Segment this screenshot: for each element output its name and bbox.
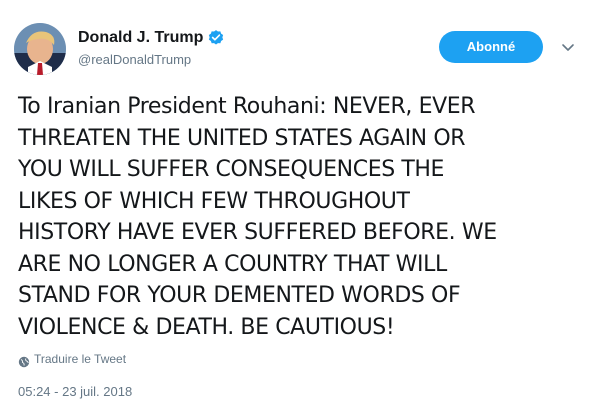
display-name[interactable]: Donald J. Trump bbox=[78, 29, 203, 47]
globe-icon bbox=[18, 353, 30, 368]
tweet-card: Donald J. Trump @realDonaldTrump Abonné … bbox=[0, 0, 589, 410]
avatar[interactable] bbox=[14, 23, 66, 75]
translate-label[interactable]: Traduire le Tweet bbox=[34, 352, 126, 366]
user-handle[interactable]: @realDonaldTrump bbox=[78, 52, 191, 68]
chevron-down-icon[interactable] bbox=[560, 39, 576, 55]
tweet-text: To Iranian President Rouhani: NEVER, EVE… bbox=[18, 94, 497, 340]
tweet-timestamp[interactable]: 05:24 - 23 juil. 2018 bbox=[18, 384, 132, 400]
translate-tweet-link[interactable]: Traduire le Tweet bbox=[18, 352, 126, 368]
verified-badge-icon bbox=[207, 29, 225, 47]
following-button[interactable]: Abonné bbox=[439, 31, 543, 63]
author-name-row[interactable]: Donald J. Trump bbox=[78, 29, 225, 47]
avatar-image bbox=[14, 23, 66, 75]
